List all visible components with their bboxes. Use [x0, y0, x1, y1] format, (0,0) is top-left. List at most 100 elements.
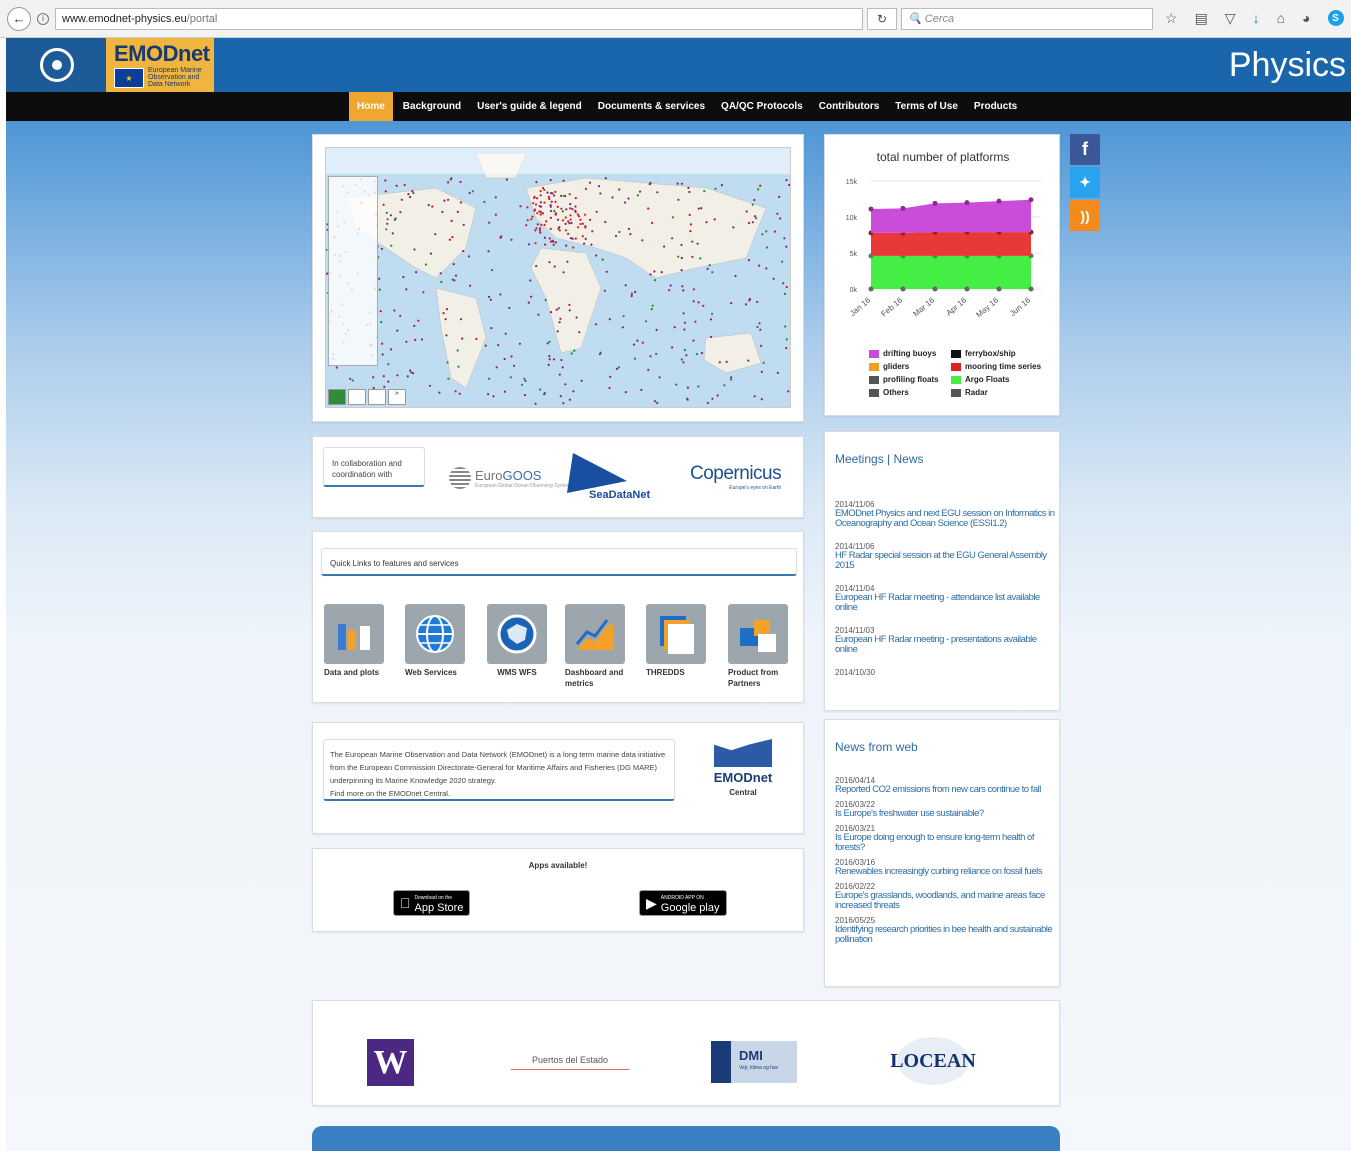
map-platform-dot[interactable]: [723, 384, 726, 387]
map-platform-dot[interactable]: [681, 285, 684, 288]
map-platform-dot[interactable]: [653, 400, 656, 403]
map-platform-dot[interactable]: [632, 343, 636, 346]
map-platform-dot[interactable]: [349, 377, 352, 380]
map-platform-dot[interactable]: [406, 375, 409, 378]
map-platform-dot[interactable]: [706, 267, 709, 270]
news-item[interactable]: 2016/04/14 Reported CO2 emissions from ne…: [835, 776, 1057, 795]
map-platform-dot[interactable]: [787, 390, 790, 393]
map-platform-dot[interactable]: [634, 290, 637, 294]
chart-area-argo-floats[interactable]: [871, 255, 1031, 289]
map-platform-dot[interactable]: [615, 367, 618, 370]
map-platform-dot[interactable]: [753, 395, 756, 398]
map-platform-dot[interactable]: [553, 194, 556, 197]
map-platform-dot[interactable]: [779, 217, 782, 220]
map-platform-dot[interactable]: [384, 190, 387, 193]
chart-area-mooring-time-series[interactable]: [871, 232, 1031, 256]
map-platform-dot[interactable]: [748, 299, 751, 302]
map-platform-dot[interactable]: [381, 342, 384, 345]
map-platform-dot[interactable]: [766, 246, 769, 249]
map-platform-dot[interactable]: [536, 212, 539, 215]
map-platform-dot[interactable]: [504, 332, 507, 335]
map-platform-dot[interactable]: [557, 307, 560, 310]
map-platform-dot[interactable]: [459, 318, 463, 321]
map-platform-dot[interactable]: [554, 241, 557, 244]
map-platform-dot[interactable]: [409, 369, 412, 372]
map-platform-dot[interactable]: [538, 229, 541, 232]
map-platform-dot[interactable]: [505, 178, 508, 181]
map-platform-dot[interactable]: [624, 284, 627, 287]
map-platform-dot[interactable]: [554, 200, 557, 203]
chart-area-drifting-buoys[interactable]: [871, 199, 1031, 233]
map-platform-dot[interactable]: [570, 221, 573, 225]
nav-users-guide[interactable]: User's guide & legend: [469, 92, 590, 121]
news-headline[interactable]: Identifying research priorities in bee h…: [835, 925, 1057, 945]
chat-icon[interactable]: ◕: [1302, 10, 1310, 27]
map-platform-dot[interactable]: [413, 324, 416, 327]
map-platform-dot[interactable]: [776, 212, 779, 215]
map-platform-dot[interactable]: [547, 363, 550, 366]
map-platform-dot[interactable]: [677, 198, 680, 201]
map-platform-dot[interactable]: [530, 218, 533, 221]
map-platform-dot[interactable]: [391, 232, 394, 235]
map-platform-dot[interactable]: [753, 215, 757, 218]
map-platform-dot[interactable]: [688, 213, 691, 216]
map-platform-dot[interactable]: [558, 229, 561, 232]
map-platform-dot[interactable]: [403, 184, 406, 187]
map-platform-dot[interactable]: [489, 298, 492, 301]
map-platform-dot[interactable]: [379, 310, 382, 313]
map-platform-dot[interactable]: [555, 308, 558, 311]
nav-contributors[interactable]: Contributors: [811, 92, 888, 121]
map-platform-dot[interactable]: [396, 329, 399, 332]
news-headline[interactable]: EMODnet Physics and next EGU session on …: [835, 509, 1057, 529]
news-item[interactable]: 2016/02/22 Europe's grasslands, woodlands…: [835, 882, 1057, 911]
map-platform-dot[interactable]: [483, 200, 486, 203]
map-platform-dot[interactable]: [609, 375, 612, 378]
map-platform-dot[interactable]: [568, 193, 571, 196]
map-platform-dot[interactable]: [539, 213, 542, 216]
map-platform-dot[interactable]: [568, 303, 571, 306]
map-platform-dot[interactable]: [439, 272, 442, 275]
google-play-button[interactable]: ▶ ANDROID APP ON Google play: [639, 890, 727, 916]
map-platform-dot[interactable]: [594, 323, 597, 326]
map-platform-dot[interactable]: [446, 361, 449, 364]
map-platform-dot[interactable]: [651, 304, 654, 307]
nav-documents[interactable]: Documents & services: [590, 92, 713, 121]
map-platform-dot[interactable]: [518, 342, 521, 345]
eurogoos-logo[interactable]: EuroGOOS European Global Ocean Observing …: [449, 467, 571, 489]
map-platform-dot[interactable]: [539, 194, 542, 197]
map-platform-dot[interactable]: [621, 326, 624, 329]
map-platform-dot[interactable]: [537, 313, 540, 316]
map-platform-dot[interactable]: [549, 227, 552, 230]
map-platform-dot[interactable]: [624, 201, 627, 204]
map-platform-dot[interactable]: [523, 394, 527, 397]
map-platform-dot[interactable]: [773, 230, 777, 233]
map-platform-dot[interactable]: [549, 209, 552, 213]
map-platform-dot[interactable]: [680, 256, 683, 260]
map-platform-dot[interactable]: [462, 223, 465, 226]
map-platform-dot[interactable]: [556, 218, 560, 221]
map-platform-dot[interactable]: [552, 240, 555, 243]
map-platform-dot[interactable]: [656, 401, 659, 404]
map-platform-dot[interactable]: [725, 360, 728, 363]
map-platform-dot[interactable]: [535, 227, 538, 230]
map-platform-dot[interactable]: [700, 207, 703, 210]
map-platform-dot[interactable]: [590, 243, 593, 246]
map-platform-dot[interactable]: [785, 338, 788, 341]
map-platform-dot[interactable]: [568, 309, 571, 312]
map-platform-dot[interactable]: [641, 239, 644, 242]
map-platform-dot[interactable]: [399, 314, 402, 317]
platform-map[interactable]: »: [325, 147, 791, 408]
map-platform-dot[interactable]: [604, 220, 607, 224]
news-headline[interactable]: Is Europe doing enough to ensure long-te…: [835, 833, 1057, 853]
reading-list-icon[interactable]: ▤: [1195, 10, 1208, 27]
chart-point[interactable]: [964, 200, 970, 206]
map-platform-dot[interactable]: [683, 328, 686, 331]
app-store-button[interactable]:  Download on theApp Store: [393, 890, 471, 916]
map-platform-dot[interactable]: [447, 377, 450, 380]
map-platform-dot[interactable]: [443, 199, 446, 202]
map-platform-dot[interactable]: [697, 301, 700, 304]
map-platform-dot[interactable]: [413, 248, 416, 251]
map-platform-dot[interactable]: [647, 207, 650, 210]
map-platform-dot[interactable]: [539, 227, 542, 230]
map-platform-dot[interactable]: [575, 316, 578, 319]
